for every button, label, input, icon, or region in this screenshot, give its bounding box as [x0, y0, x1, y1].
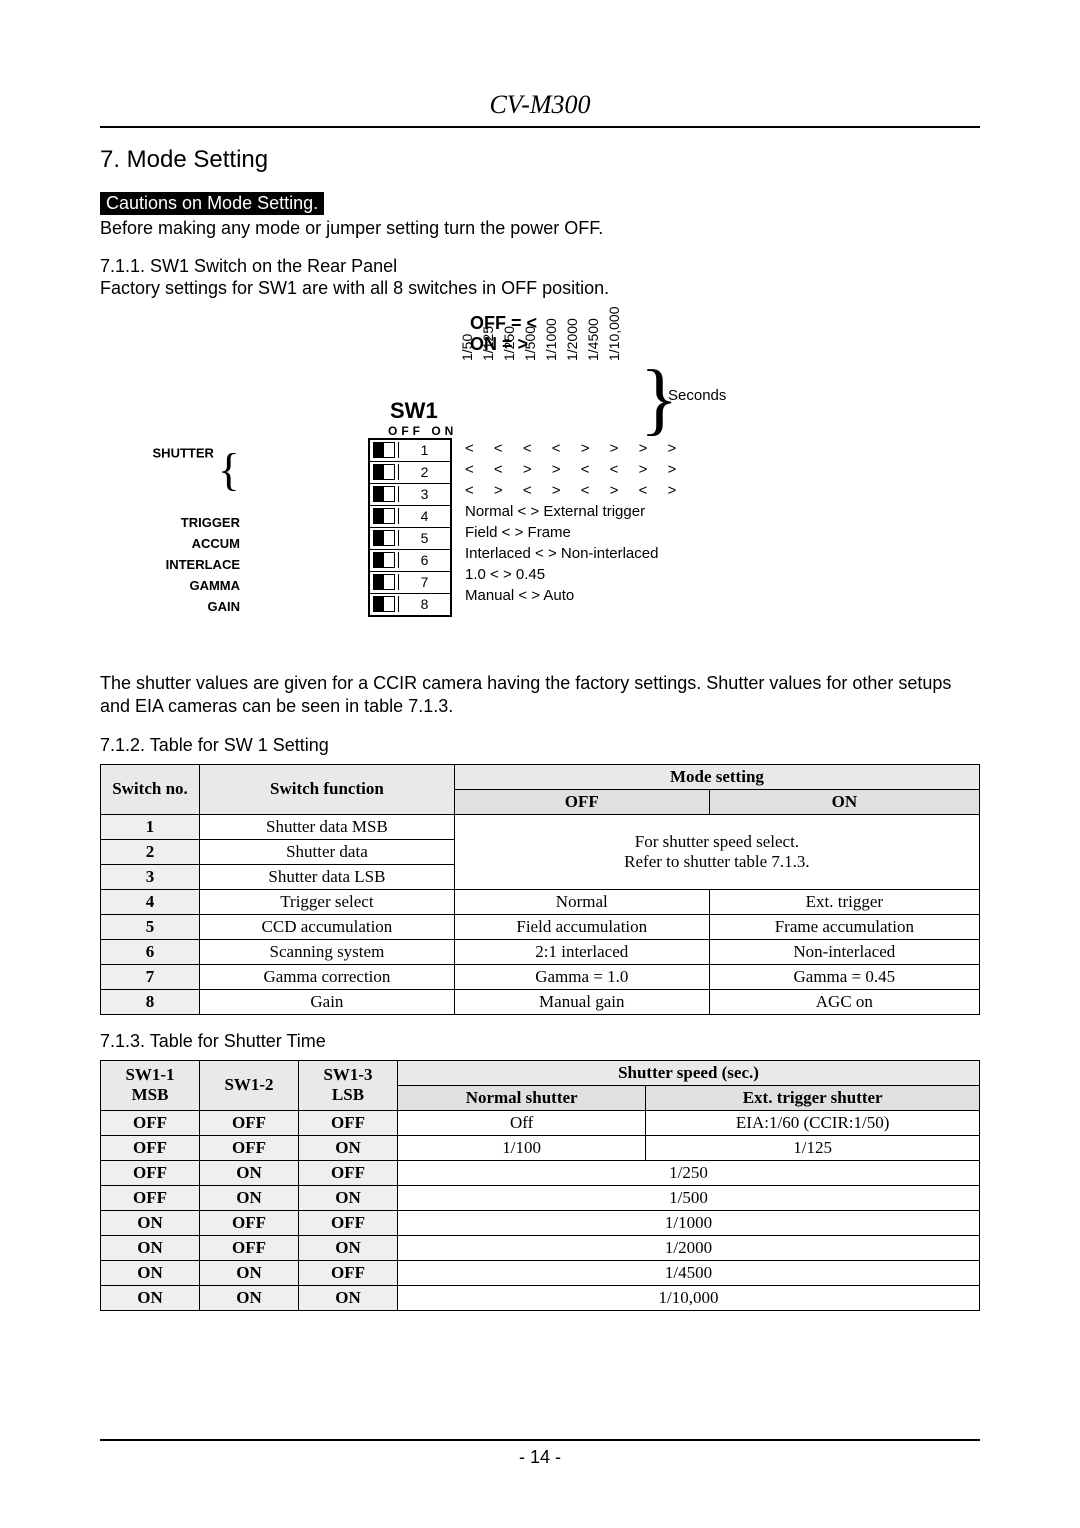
dip-4: 4 [398, 508, 450, 524]
table-row: 1 Shutter data MSB For shutter speed sel… [101, 814, 980, 839]
h-sw12: SW1-2 [200, 1060, 299, 1110]
caution-label: Cautions on Mode Setting. [100, 192, 324, 215]
label-accum: ACCUM [40, 533, 240, 554]
dip-box: 1 2 3 4 5 6 7 8 [368, 438, 452, 617]
table-row: ON OFF ON 1/2000 [101, 1235, 980, 1260]
table-sw1-setting: Switch no. Switch function Mode setting … [100, 764, 980, 1015]
table-row: ON OFF OFF 1/1000 [101, 1210, 980, 1235]
desc-r8: Manual < > Auto [465, 585, 684, 606]
page-footer: - 14 - [100, 1439, 980, 1468]
h-sw13: SW1-3 LSB [299, 1060, 398, 1110]
dip-5: 5 [398, 530, 450, 546]
h-norm: Normal shutter [398, 1085, 646, 1110]
label-trigger: TRIGGER [40, 512, 240, 533]
h-speed: Shutter speed (sec.) [398, 1060, 980, 1085]
desc-r3: < > < > < > < > [465, 480, 684, 501]
dip-8: 8 [398, 596, 450, 612]
table-row: ON ON OFF 1/4500 [101, 1260, 980, 1285]
table-row: OFF ON ON 1/500 [101, 1185, 980, 1210]
dip-3: 3 [398, 486, 450, 502]
desc-r5: Field < > Frame [465, 522, 684, 543]
page-title: CV-M300 [100, 90, 980, 120]
table-row: 6 Scanning system 2:1 interlaced Non-int… [101, 939, 980, 964]
sw1-label: SW1 [390, 398, 438, 424]
h-on: ON [709, 789, 979, 814]
h-sw11: SW1-1 MSB [101, 1060, 200, 1110]
desc-r6: Interlaced < > Non-interlaced [465, 543, 684, 564]
h-switch-no: Switch no. [101, 764, 200, 814]
subsection-711-title: 7.1.1. SW1 Switch on the Rear Panel [100, 256, 980, 277]
label-shutter: SHUTTER [153, 445, 214, 460]
table-row: 5 CCD accumulation Field accumulation Fr… [101, 914, 980, 939]
label-gain: GAIN [40, 596, 240, 617]
table-shutter-time: SW1-1 MSB SW1-2 SW1-3 LSB Shutter speed … [100, 1060, 980, 1311]
table-row: OFF ON OFF 1/250 [101, 1160, 980, 1185]
subsection-713-title: 7.1.3. Table for Shutter Time [100, 1031, 980, 1052]
subsection-711-text: Factory settings for SW1 are with all 8 … [100, 277, 980, 300]
section-heading: 7. Mode Setting [100, 146, 980, 174]
subsection-712-title: 7.1.2. Table for SW 1 Setting [100, 735, 980, 756]
h-off: OFF [454, 789, 709, 814]
dip-side-labels: SHUTTER{ TRIGGER ACCUM INTERLACE GAMMA G… [40, 438, 240, 617]
dip-1: 1 [398, 442, 450, 458]
desc-r7: 1.0 < > 0.45 [465, 564, 684, 585]
dip-switch-diagram: OFF = < ON = > 1/50 1/125 1/250 1/500 1/… [240, 313, 840, 664]
table-row: 7 Gamma correction Gamma = 1.0 Gamma = 0… [101, 964, 980, 989]
table-row: ON ON ON 1/10,000 [101, 1285, 980, 1310]
dip-7: 7 [398, 574, 450, 590]
table-row: OFF OFF ON 1/100 1/125 [101, 1135, 980, 1160]
table-row: 4 Trigger select Normal Ext. trigger [101, 889, 980, 914]
desc-r1: < < < < > > > > [465, 438, 684, 459]
table-row: OFF OFF OFF Off EIA:1/60 (CCIR:1/50) [101, 1110, 980, 1135]
dip-right-desc: < < < < > > > > < < > > < < > > < > < > … [465, 438, 684, 606]
rule-top [100, 126, 980, 128]
h-switch-fn: Switch function [200, 764, 455, 814]
off-on-label: OFF ON [388, 424, 457, 438]
page-number: - 14 - [519, 1447, 561, 1467]
shutter-note: The shutter values are given for a CCIR … [100, 672, 980, 719]
desc-r4: Normal < > External trigger [465, 501, 684, 522]
label-interlace: INTERLACE [40, 554, 240, 575]
desc-r2: < < > > < < > > [465, 459, 684, 480]
caution-text: Before making any mode or jumper setting… [100, 217, 980, 240]
seconds-label: Seconds [668, 387, 726, 404]
label-gamma: GAMMA [40, 575, 240, 596]
dip-2: 2 [398, 464, 450, 480]
table-row: 8 Gain Manual gain AGC on [101, 989, 980, 1014]
merged-shutter-note: For shutter speed select. Refer to shutt… [454, 814, 979, 889]
h-ext: Ext. trigger shutter [646, 1085, 980, 1110]
h-mode: Mode setting [454, 764, 979, 789]
dip-6: 6 [398, 552, 450, 568]
